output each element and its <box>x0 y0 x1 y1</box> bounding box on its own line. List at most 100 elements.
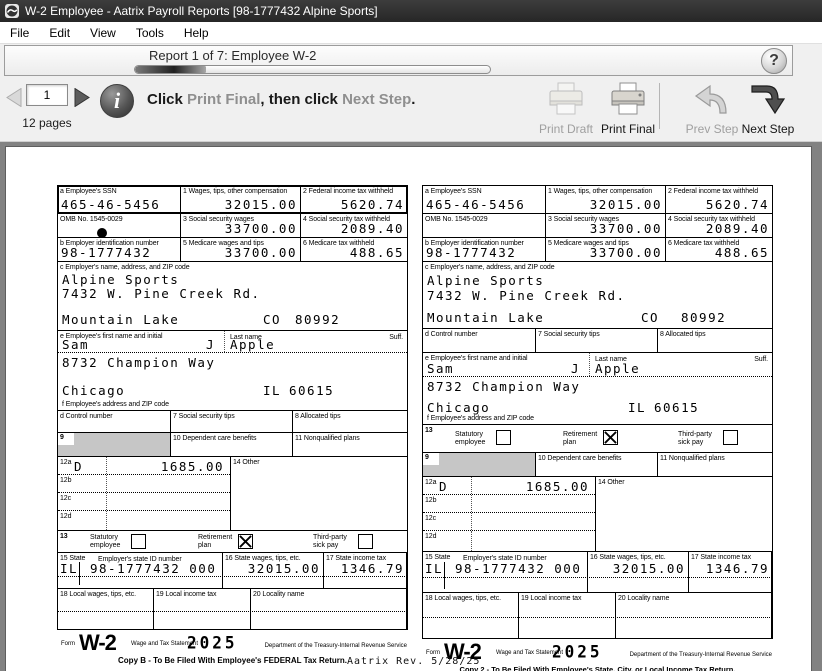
employee-zip: 60615 <box>654 401 699 415</box>
box-2-cell: 2 Federal income tax withheld 5620.74 <box>666 186 772 213</box>
omb-cell: OMB No. 1545-0029 <box>423 214 546 237</box>
box-5-cell: 5 Medicare wages and tips 33700.00 <box>546 238 666 261</box>
employer-state: CO <box>641 311 659 325</box>
box-b-cell: b Employer identification number 98-1777… <box>58 238 181 261</box>
box-17-cell: 17 State income tax 1346.79 <box>324 553 407 588</box>
next-step-button[interactable]: Next Step <box>736 82 800 136</box>
tax-year: 2025 <box>552 642 603 662</box>
box-c-label: c Employer's name, address, and ZIP code <box>58 262 407 272</box>
next-step-label: Next Step <box>736 122 800 136</box>
box-12d-label: 12d <box>423 531 595 541</box>
page-number-input[interactable] <box>26 84 68 106</box>
box-14-label: 14 Other <box>231 457 407 467</box>
help-button[interactable]: ? <box>761 48 787 74</box>
box-f-label: f Employee's address and ZIP code <box>425 413 534 423</box>
menu-view[interactable]: View <box>80 23 126 43</box>
print-draft-label: Print Draft <box>534 122 598 136</box>
box-1-cell: 1 Wages, tips, other compensation 32015.… <box>181 186 301 213</box>
box-1-label: 1 Wages, tips, other compensation <box>546 186 665 196</box>
msg-next-step: Next Step <box>342 91 411 108</box>
third-party-label: Third-party sick pay <box>313 534 357 550</box>
state-wages-value: 32015.00 <box>248 562 320 576</box>
name-divider <box>224 331 225 352</box>
box-b-cell: b Employer identification number 98-1777… <box>423 238 546 261</box>
prev-step-button[interactable]: Prev Step <box>680 82 744 136</box>
msg-mid: , then click <box>260 91 342 108</box>
menu-tools[interactable]: Tools <box>126 23 174 43</box>
box-d-label: d Control number <box>58 411 170 421</box>
ssn-value: 465-46-5456 <box>426 198 525 212</box>
box-11-label: 11 Nonqualified plans <box>658 453 772 463</box>
state-id-value: 98-1777432 000 <box>90 562 216 576</box>
menu-help[interactable]: Help <box>174 23 219 43</box>
box-14-cell: 14 Other <box>596 477 772 551</box>
employer-state: CO <box>263 313 281 327</box>
box-7-cell: 7 Social security tips <box>171 411 293 432</box>
last-name-value: Apple <box>595 362 640 376</box>
box-12a-code: D <box>74 460 83 474</box>
box-13-cell: 13 Statutory employee Retirement plan Th… <box>423 425 772 452</box>
prev-step-icon <box>692 103 732 120</box>
employee-city: Chicago <box>62 384 125 398</box>
next-page-button[interactable] <box>74 88 90 112</box>
box-16-cell: 16 State wages, tips, etc. 32015.00 <box>588 552 689 592</box>
progress-fill <box>135 66 206 73</box>
box-8-cell: 8 Allocated tips <box>658 329 772 352</box>
form-footer: Form W-2 Wage and Tax Statement 2025 Dep… <box>57 630 408 656</box>
state-value: IL <box>60 562 78 576</box>
dotted-rule <box>423 577 772 578</box>
employee-street: 8732 Champion Way <box>62 356 215 370</box>
box-7-label: 7 Social security tips <box>171 411 292 421</box>
statutory-label: Statutory employee <box>90 534 130 550</box>
box-8-label: 8 Allocated tips <box>293 411 407 421</box>
state-divider-bar <box>79 562 80 585</box>
third-party-checkbox[interactable] <box>358 534 373 549</box>
employer-zip: 80992 <box>295 313 340 327</box>
box-7-cell: 7 Social security tips <box>536 329 658 352</box>
box-2-cell: 2 Federal income tax withheld 5620.74 <box>301 186 407 213</box>
box-18-label: 18 Local wages, tips, etc. <box>58 589 153 599</box>
box-a-cell: a Employee's SSN 465-46-5456 <box>58 186 181 213</box>
box-15-cell: 15 State Employer's state ID number IL 9… <box>423 552 588 592</box>
fed-tax-value: 5620.74 <box>706 198 769 212</box>
box-1-cell: 1 Wages, tips, other compensation 32015.… <box>546 186 666 213</box>
print-final-icon <box>607 103 649 120</box>
box-d-cell: d Control number <box>423 329 536 352</box>
box-18-cell: 18 Local wages, tips, etc. <box>423 593 519 638</box>
medicare-tax-value: 488.65 <box>715 246 769 260</box>
first-name-value: Sam <box>427 362 454 376</box>
box-20-cell: 20 Locality name <box>616 593 772 638</box>
box-19-cell: 19 Local income tax <box>154 589 251 629</box>
checked-mark <box>604 431 617 444</box>
employer-street: 7432 W. Pine Creek Rd. <box>427 289 626 303</box>
w2-form-copy-2: a Employee's SSN 465-46-5456 1 Wages, ti… <box>422 185 773 671</box>
retirement-checkbox[interactable] <box>238 534 253 549</box>
print-draft-button[interactable]: Print Draft <box>534 82 598 136</box>
treasury-label: Department of the Treasury-Internal Reve… <box>630 652 772 658</box>
print-final-button[interactable]: Print Final <box>596 82 660 136</box>
statutory-checkbox[interactable] <box>496 430 511 445</box>
prev-page-button[interactable] <box>6 88 22 112</box>
menu-bar: File Edit View Tools Help <box>0 22 822 44</box>
menu-edit[interactable]: Edit <box>39 23 80 43</box>
employer-name: Alpine Sports <box>427 274 544 288</box>
box-c-cell: c Employer's name, address, and ZIP code… <box>58 262 407 330</box>
state-value: IL <box>425 562 443 576</box>
aatrix-revision-label: Aatrix Rev. 5/28/25 <box>347 656 480 667</box>
box-8-cell: 8 Allocated tips <box>293 411 407 432</box>
dotted-rule <box>58 611 407 612</box>
retirement-checkbox[interactable] <box>603 430 618 445</box>
progress-bar <box>134 65 491 74</box>
header-strip: Report 1 of 7: Employee W-2 ? <box>0 44 822 78</box>
employer-city: Mountain Lake <box>427 311 544 325</box>
third-party-checkbox[interactable] <box>723 430 738 445</box>
employer-city: Mountain Lake <box>62 313 179 327</box>
box-6-cell: 6 Medicare tax withheld 488.65 <box>301 238 407 261</box>
dotted-rule <box>58 576 407 577</box>
retirement-label: Retirement plan <box>563 431 607 447</box>
statutory-checkbox[interactable] <box>131 534 146 549</box>
document-area[interactable]: a Employee's SSN 465-46-5456 1 Wages, ti… <box>0 142 822 671</box>
menu-file[interactable]: File <box>0 23 39 43</box>
box-a-label: a Employee's SSN <box>58 186 180 196</box>
app-icon <box>5 4 19 18</box>
